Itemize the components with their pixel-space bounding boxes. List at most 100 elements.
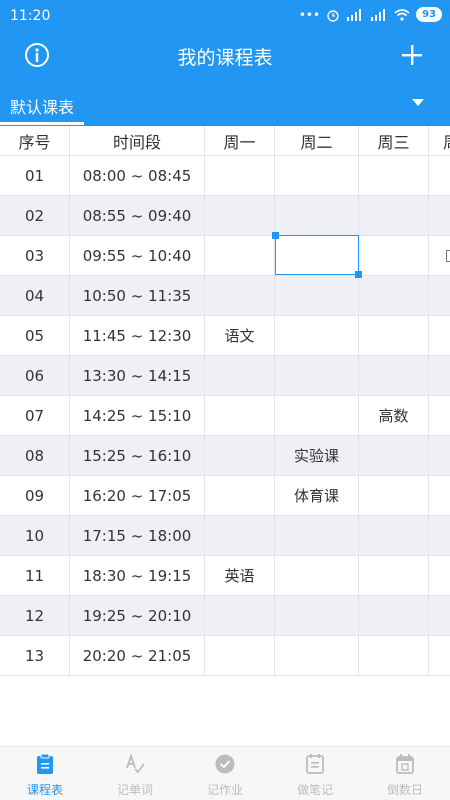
column-header-tue: 周二	[275, 126, 359, 155]
table-row: 07 14:25 ~ 15:10 高数	[0, 396, 450, 436]
cell-time: 08:55 ~ 09:40	[70, 196, 205, 235]
cell-thu[interactable]	[429, 636, 450, 675]
cell-thu[interactable]	[429, 316, 450, 355]
cell-mon[interactable]	[205, 236, 275, 275]
signal-icon	[371, 8, 386, 21]
cell-tue[interactable]	[275, 316, 359, 355]
cell-time: 09:55 ~ 10:40	[70, 236, 205, 275]
tab-schedule[interactable]: 课程表	[0, 747, 90, 800]
cell-tue[interactable]	[275, 396, 359, 435]
cell-mon[interactable]	[205, 636, 275, 675]
cell-tue[interactable]	[275, 556, 359, 595]
cell-index: 08	[0, 436, 70, 475]
bottom-tab-bar: 课程表 记单词 记作业 做笔记 倒数日	[0, 746, 450, 800]
page-title: 我的课程表	[177, 47, 273, 69]
resize-handle[interactable]	[272, 232, 279, 239]
cell-wed[interactable]	[359, 476, 429, 515]
cell-mon[interactable]	[205, 356, 275, 395]
cell-index: 11	[0, 556, 70, 595]
tab-label: 记单词	[116, 783, 153, 797]
cell-time: 20:20 ~ 21:05	[70, 636, 205, 675]
cell-tue[interactable]	[275, 356, 359, 395]
cell-wed[interactable]	[359, 156, 429, 195]
status-icons: ••• 93	[299, 7, 442, 22]
cell-thu[interactable]	[429, 156, 450, 195]
table-row: 01 08:00 ~ 08:45	[0, 156, 450, 196]
cell-wed[interactable]	[359, 516, 429, 555]
cell-mon[interactable]	[205, 476, 275, 515]
cell-thu[interactable]	[429, 396, 450, 435]
tab-notes[interactable]: 做笔记	[270, 747, 360, 800]
cell-tue[interactable]: 体育课	[275, 476, 359, 515]
cell-thu[interactable]	[429, 556, 450, 595]
cell-tue[interactable]	[275, 636, 359, 675]
table-row: 08 15:25 ~ 16:10 实验课	[0, 436, 450, 476]
cell-mon[interactable]	[205, 196, 275, 235]
cell-index: 13	[0, 636, 70, 675]
cell-mon[interactable]	[205, 596, 275, 635]
cell-index: 04	[0, 276, 70, 315]
cell-wed[interactable]	[359, 196, 429, 235]
cell-tue[interactable]: 实验课	[275, 436, 359, 475]
tab-indicator	[0, 122, 84, 125]
table-row: 05 11:45 ~ 12:30 语文	[0, 316, 450, 356]
cell-tue[interactable]	[275, 276, 359, 315]
notepad-icon	[306, 754, 324, 774]
cell-time: 17:15 ~ 18:00	[70, 516, 205, 555]
cell-thu[interactable]	[429, 436, 450, 475]
table-row: 02 08:55 ~ 09:40	[0, 196, 450, 236]
cell-mon[interactable]	[205, 396, 275, 435]
cell-tue[interactable]	[275, 516, 359, 555]
table-row: 03 09:55 ~ 10:40	[0, 236, 450, 276]
dropdown-arrow-icon[interactable]	[412, 99, 424, 106]
cell-mon[interactable]	[205, 516, 275, 555]
schedule-name: 默认课表	[10, 98, 75, 117]
cell-wed[interactable]	[359, 356, 429, 395]
calendar-icon	[396, 754, 414, 774]
wifi-icon	[394, 8, 410, 21]
timetable-grid: 序号 时间段 周一 周二 周三 周 0108:00 ~ 08:450208:55…	[0, 126, 450, 676]
cell-wed[interactable]: 高数	[359, 396, 429, 435]
cell-mon[interactable]: 英语	[205, 556, 275, 595]
table-row: 06 13:30 ~ 14:15	[0, 356, 450, 396]
tab-countdown[interactable]: 倒数日	[360, 747, 450, 800]
cell-tue[interactable]	[275, 156, 359, 195]
cell-thu[interactable]	[429, 516, 450, 555]
cell-wed[interactable]	[359, 236, 429, 275]
cell-tue[interactable]	[275, 596, 359, 635]
battery-indicator: 93	[416, 7, 442, 22]
cell-index: 10	[0, 516, 70, 555]
cell-tue[interactable]	[275, 196, 359, 235]
cell-mon[interactable]	[205, 276, 275, 315]
table-header-row: 序号 时间段 周一 周二 周三 周	[0, 126, 450, 156]
cell-mon[interactable]: 语文	[205, 316, 275, 355]
cell-mon[interactable]	[205, 156, 275, 195]
cell-time: 16:20 ~ 17:05	[70, 476, 205, 515]
cell-thu[interactable]	[429, 276, 450, 315]
cell-thu[interactable]	[429, 356, 450, 395]
cell-index: 06	[0, 356, 70, 395]
tab-homework[interactable]: 记作业	[180, 747, 270, 800]
tab-label: 课程表	[26, 783, 63, 797]
resize-handle[interactable]	[355, 271, 362, 278]
cell-index: 01	[0, 156, 70, 195]
cell-thu[interactable]	[429, 596, 450, 635]
cell-wed[interactable]	[359, 316, 429, 355]
selected-cell[interactable]	[272, 232, 362, 278]
cell-wed[interactable]	[359, 276, 429, 315]
add-icon[interactable]	[400, 43, 424, 67]
cell-mon[interactable]	[205, 436, 275, 475]
cell-thu[interactable]	[429, 196, 450, 235]
cell-wed[interactable]	[359, 556, 429, 595]
table-row: 09 16:20 ~ 17:05 体育课	[0, 476, 450, 516]
cell-thu[interactable]	[429, 476, 450, 515]
column-header-mon: 周一	[205, 126, 275, 155]
cell-index: 05	[0, 316, 70, 355]
cell-index: 03	[0, 236, 70, 275]
cell-wed[interactable]	[359, 436, 429, 475]
cell-time: 11:45 ~ 12:30	[70, 316, 205, 355]
schedule-selector[interactable]: 默认课表	[0, 78, 450, 126]
cell-wed[interactable]	[359, 596, 429, 635]
cell-wed[interactable]	[359, 636, 429, 675]
tab-words[interactable]: 记单词	[90, 747, 180, 800]
